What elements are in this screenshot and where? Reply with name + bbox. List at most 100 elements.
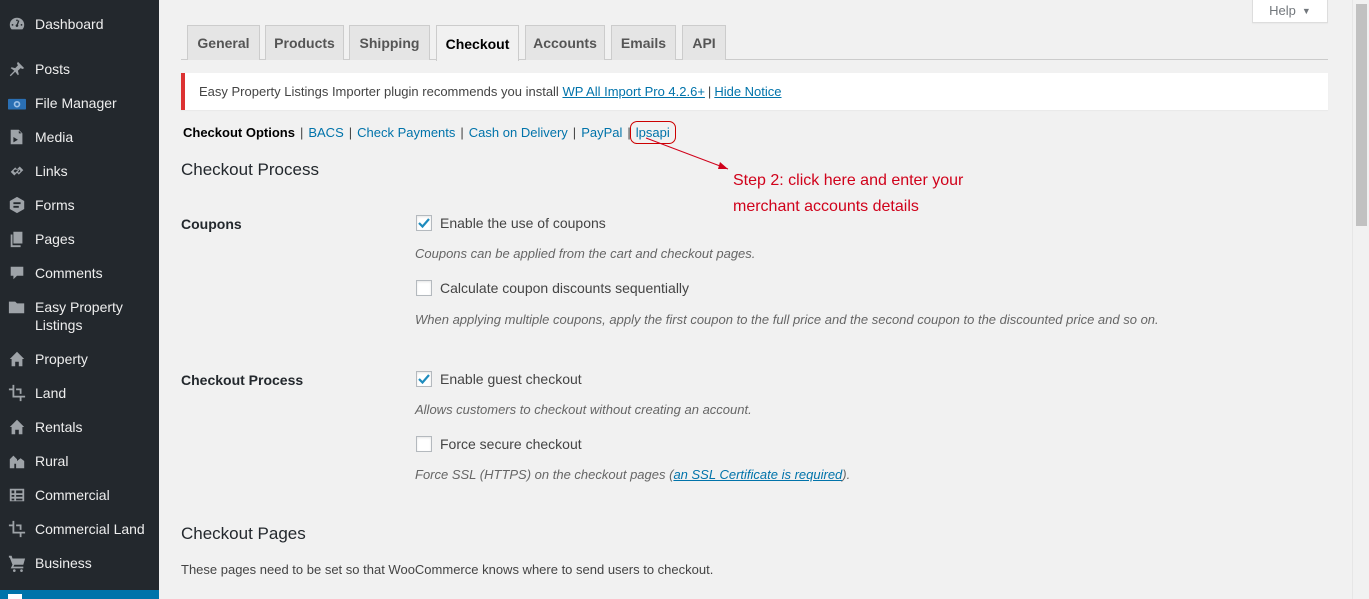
pin-icon — [6, 60, 28, 78]
tab-shipping[interactable]: Shipping — [349, 25, 430, 60]
sidebar-item-dashboard[interactable]: Dashboard — [0, 15, 159, 33]
tab-api[interactable]: API — [682, 25, 726, 60]
comment-icon — [6, 264, 28, 282]
subnav-separator: | — [460, 124, 464, 140]
subnav-paypal[interactable]: PayPal — [581, 125, 622, 140]
sidebar-item-label: Land — [35, 385, 67, 401]
sidebar-item-land[interactable]: Land — [0, 384, 159, 402]
sidebar-item-label: Commercial — [35, 487, 110, 503]
checkout-subnav: Checkout Options | BACS | Check Payments… — [183, 120, 676, 144]
cart-icon — [6, 554, 28, 572]
secure-checkout-option[interactable]: Force secure checkout — [415, 436, 582, 452]
sequential-coupons-checkbox[interactable] — [416, 280, 432, 296]
tab-checkout[interactable]: Checkout — [436, 25, 519, 61]
folder-icon — [6, 298, 28, 316]
admin-sidebar: Dashboard Posts File Manager Media Links… — [0, 0, 159, 599]
enable-coupons-checkbox[interactable] — [416, 215, 432, 231]
subnav-checkout-options[interactable]: Checkout Options — [183, 125, 295, 140]
sidebar-item-commercial[interactable]: Commercial — [0, 486, 159, 504]
sidebar-item-rural[interactable]: Rural — [0, 452, 159, 470]
hide-notice-link[interactable]: Hide Notice — [714, 84, 781, 99]
commercial-icon — [6, 486, 28, 504]
sidebar-item-label: Business — [35, 555, 92, 571]
crop-icon — [6, 384, 28, 402]
sidebar-active-item[interactable] — [0, 590, 159, 599]
settings-tabs: General Products Shipping Checkout Accou… — [181, 25, 1328, 61]
sidebar-item-property[interactable]: Property — [0, 350, 159, 368]
enable-coupons-option[interactable]: Enable the use of coupons — [415, 215, 606, 231]
sidebar-item-label: Posts — [35, 61, 71, 77]
rural-icon — [6, 452, 28, 470]
sidebar-item-label: File Manager — [35, 95, 117, 111]
notice-text: Easy Property Listings Importer plugin r… — [199, 84, 559, 99]
annotation-text: Step 2: click here and enter your mercha… — [733, 168, 993, 220]
sidebar-item-label: Property — [35, 351, 88, 367]
help-button[interactable]: Help ▼ — [1252, 0, 1328, 23]
sequential-coupons-option[interactable]: Calculate coupon discounts sequentially — [415, 280, 689, 296]
subnav-check-payments[interactable]: Check Payments — [357, 125, 455, 140]
sidebar-item-label: Links — [35, 163, 68, 179]
pages-icon — [6, 230, 28, 248]
subnav-cash-on-delivery[interactable]: Cash on Delivery — [469, 125, 568, 140]
help-label: Help — [1269, 3, 1296, 18]
annotation-line-2: merchant accounts details — [733, 198, 919, 215]
section-title-checkout-pages: Checkout Pages — [181, 524, 306, 543]
secure-desc-end: ). — [842, 467, 851, 482]
forms-icon — [6, 196, 28, 214]
tab-products[interactable]: Products — [265, 25, 344, 60]
secure-checkout-checkbox[interactable] — [416, 436, 432, 452]
sidebar-item-comments[interactable]: Comments — [0, 264, 159, 282]
ssl-certificate-link[interactable]: an SSL Certificate is required — [673, 467, 842, 482]
checkout-process-label: Checkout Process — [181, 372, 304, 388]
sidebar-item-forms[interactable]: Forms — [0, 196, 159, 214]
subnav-separator: | — [348, 124, 353, 140]
guest-checkout-label: Enable guest checkout — [440, 371, 582, 387]
guest-checkout-description: Allows customers to checkout without cre… — [415, 402, 752, 417]
home-icon — [6, 418, 28, 436]
dashboard-icon — [6, 15, 28, 33]
guest-checkout-option[interactable]: Enable guest checkout — [415, 371, 582, 387]
secure-checkout-label: Force secure checkout — [440, 436, 582, 452]
sidebar-item-file-manager[interactable]: File Manager — [0, 94, 159, 112]
sequential-coupons-label: Calculate coupon discounts sequentially — [440, 280, 690, 296]
tab-general[interactable]: General — [187, 25, 260, 60]
sidebar-item-rentals[interactable]: Rentals — [0, 418, 159, 436]
enable-coupons-label: Enable the use of coupons — [440, 215, 606, 231]
sidebar-item-business[interactable]: Business — [0, 554, 159, 572]
sidebar-item-label: Pages — [35, 231, 75, 247]
sequential-coupons-description: When applying multiple coupons, apply th… — [415, 312, 1159, 327]
sidebar-item-media[interactable]: Media — [0, 128, 159, 146]
annotation-line-1: Step 2: click here and enter your — [733, 172, 964, 189]
sidebar-item-commercial-land[interactable]: Commercial Land — [0, 520, 159, 538]
notice-install-link[interactable]: WP All Import Pro 4.2.6+ — [562, 84, 704, 99]
home-icon — [6, 350, 28, 368]
subnav-separator: | — [299, 124, 304, 140]
guest-checkout-checkbox[interactable] — [416, 371, 432, 387]
secure-checkout-description: Force SSL (HTTPS) on the checkout pages … — [415, 467, 850, 482]
sidebar-item-label: Comments — [35, 265, 103, 281]
coupons-label: Coupons — [181, 216, 242, 232]
section-title-checkout-process: Checkout Process — [181, 160, 319, 179]
sidebar-item-label: Easy Property Listings — [35, 299, 123, 333]
sidebar-item-posts[interactable]: Posts — [0, 60, 159, 78]
sidebar-item-label: Rural — [35, 453, 69, 469]
sidebar-item-links[interactable]: Links — [0, 162, 159, 180]
sidebar-item-label: Forms — [35, 197, 75, 213]
sidebar-item-easy-property-listings[interactable]: Easy Property Listings — [0, 298, 159, 334]
scrollbar-thumb[interactable] — [1356, 4, 1367, 226]
plugin-notice: Easy Property Listings Importer plugin r… — [181, 73, 1328, 110]
annotation-arrow — [645, 137, 729, 170]
media-icon — [6, 128, 28, 146]
sidebar-item-label: Media — [35, 129, 74, 145]
sidebar-item-pages[interactable]: Pages — [0, 230, 159, 248]
tab-accounts[interactable]: Accounts — [525, 25, 605, 60]
scrollbar[interactable] — [1352, 0, 1369, 599]
sidebar-item-label: Commercial Land — [35, 521, 145, 537]
subnav-bacs[interactable]: BACS — [308, 125, 343, 140]
file-manager-icon — [6, 94, 28, 112]
notice-separator: | — [707, 84, 712, 99]
crop-icon — [6, 520, 28, 538]
sidebar-item-label: Dashboard — [35, 16, 104, 32]
caret-down-icon: ▼ — [1301, 5, 1311, 16]
tab-emails[interactable]: Emails — [611, 25, 676, 60]
